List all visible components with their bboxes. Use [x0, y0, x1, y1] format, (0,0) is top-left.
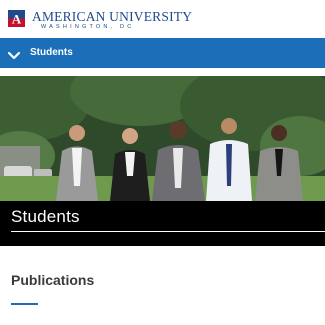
section-nav-toggle[interactable]: Students [0, 38, 325, 68]
hero-title: Students [11, 207, 80, 226]
site-header: A AMERICAN UNIVERSITY WASHINGTON, DC [0, 0, 325, 38]
chevron-down-icon [7, 48, 21, 60]
au-monogram-icon[interactable]: A [8, 10, 25, 27]
publications-heading-underline [11, 303, 38, 305]
hero-title-divider [11, 231, 325, 232]
hero-photo [0, 76, 325, 201]
hero-banner: Students [0, 76, 325, 246]
university-name[interactable]: AMERICAN UNIVERSITY [32, 9, 192, 25]
publications-heading: Publications [11, 272, 95, 288]
section-nav-label: Students [30, 47, 73, 58]
svg-text:A: A [12, 12, 22, 27]
hero-caption: Students [0, 201, 325, 246]
university-location: WASHINGTON, DC [41, 24, 135, 30]
